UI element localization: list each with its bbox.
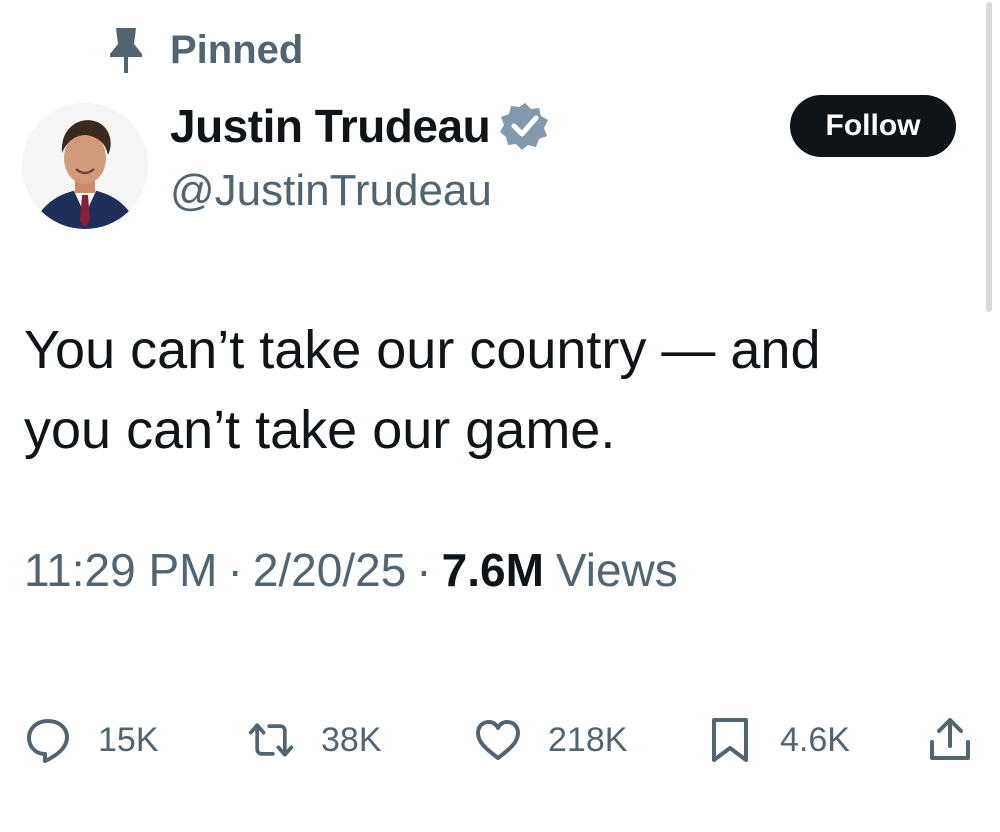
tweet-date[interactable]: 2/20/25	[253, 543, 406, 597]
reply-icon	[27, 719, 69, 763]
pin-icon	[110, 28, 142, 73]
reply-button[interactable]: 15K	[24, 708, 159, 772]
action-bar: 15K 38K 218K 4.6K	[0, 708, 1000, 772]
bookmark-icon	[712, 718, 748, 762]
meta-separator: ·	[416, 544, 432, 596]
tweet-time[interactable]: 11:29 PM	[24, 543, 217, 597]
author-name-row: Justin Trudeau	[170, 96, 550, 156]
author-handle[interactable]: @JustinTrudeau	[170, 166, 492, 216]
like-icon	[476, 720, 520, 760]
like-button[interactable]: 218K	[474, 708, 627, 772]
repost-icon	[248, 723, 294, 757]
avatar-portrait	[22, 103, 148, 229]
bookmark-count: 4.6K	[780, 720, 850, 759]
tweet-text-line: you can’t take our game.	[24, 400, 616, 460]
like-count: 218K	[548, 720, 628, 759]
follow-button[interactable]: Follow	[790, 95, 956, 157]
author-name[interactable]: Justin Trudeau	[170, 99, 491, 153]
tweet-text-line: You can’t take our country — and	[24, 320, 821, 380]
pinned-label: Pinned	[170, 27, 304, 72]
tweet-meta: 11:29 PM · 2/20/25 · 7.6M Views	[24, 538, 678, 602]
views-count[interactable]: 7.6M	[442, 543, 544, 597]
repost-button[interactable]: 38K	[247, 708, 382, 772]
share-icon	[930, 718, 970, 760]
tweet-text: You can’t take our country — and you can…	[24, 310, 924, 470]
share-button[interactable]	[926, 708, 974, 772]
verified-badge-icon	[500, 103, 549, 150]
repost-count: 38K	[321, 720, 382, 759]
bookmark-button[interactable]: 4.6K	[706, 708, 850, 772]
scrollbar[interactable]	[986, 2, 992, 312]
reply-count: 15K	[98, 720, 159, 759]
meta-separator: ·	[227, 544, 243, 596]
views-label[interactable]: Views	[556, 543, 678, 597]
pinned-indicator: Pinned	[108, 24, 303, 76]
avatar[interactable]	[22, 103, 148, 229]
